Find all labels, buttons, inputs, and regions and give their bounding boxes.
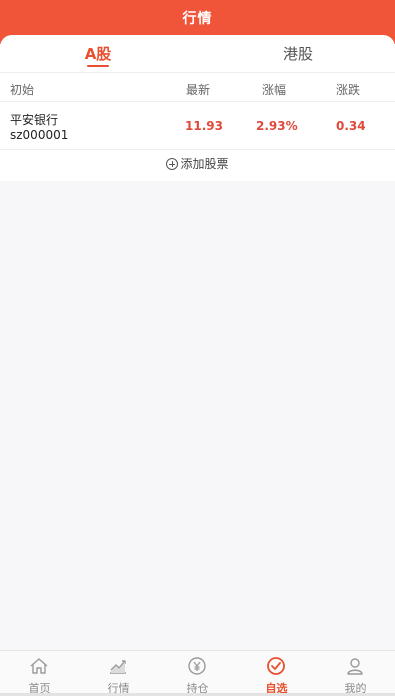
active-tab-indicator [87, 65, 109, 67]
quotes-panel: A股 港股 初始 最新 涨幅 涨跌 平安银行 sz000001 11.93 2.… [0, 35, 395, 181]
latest-price: 11.93 [185, 119, 223, 133]
home-icon [30, 658, 48, 674]
tabbar-item-watchlist[interactable]: 自选 [237, 651, 316, 696]
column-header-latest[interactable]: 最新 [186, 81, 210, 98]
column-header-change[interactable]: 涨跌 [336, 81, 360, 98]
market-tabs: A股 港股 [0, 35, 395, 73]
change-percent: 2.93% [256, 119, 298, 133]
tabbar-item-holdings[interactable]: 持仓 [158, 651, 237, 696]
tabbar-item-home[interactable]: 首页 [0, 651, 79, 696]
change-amount: 0.34 [336, 119, 366, 133]
stock-code: sz000001 [10, 128, 69, 142]
column-header-name[interactable]: 初始 [10, 81, 34, 98]
plus-circle-icon [166, 158, 179, 170]
column-header-change-pct[interactable]: 涨幅 [262, 81, 286, 98]
table-row[interactable]: 平安银行 sz000001 11.93 2.93% 0.34 [0, 102, 395, 150]
bottom-tab-bar: 首页 行情 持仓 自选 我的 [0, 650, 395, 696]
tabbar-item-profile[interactable]: 我的 [316, 651, 395, 696]
table-header: 初始 最新 涨幅 涨跌 [0, 72, 395, 102]
yen-icon [188, 657, 206, 675]
tab-hk-shares[interactable]: 港股 [238, 43, 358, 64]
user-icon [347, 658, 363, 675]
add-stock-label: 添加股票 [180, 157, 229, 171]
stock-name: 平安银行 [10, 113, 59, 127]
check-circle-icon [267, 657, 285, 675]
tabbar-item-market[interactable]: 行情 [79, 651, 158, 696]
page-title: 行情 [182, 11, 213, 27]
add-stock-button[interactable]: 添加股票 [0, 155, 395, 177]
tab-a-shares[interactable]: A股 [38, 43, 158, 64]
chart-icon [110, 660, 126, 674]
